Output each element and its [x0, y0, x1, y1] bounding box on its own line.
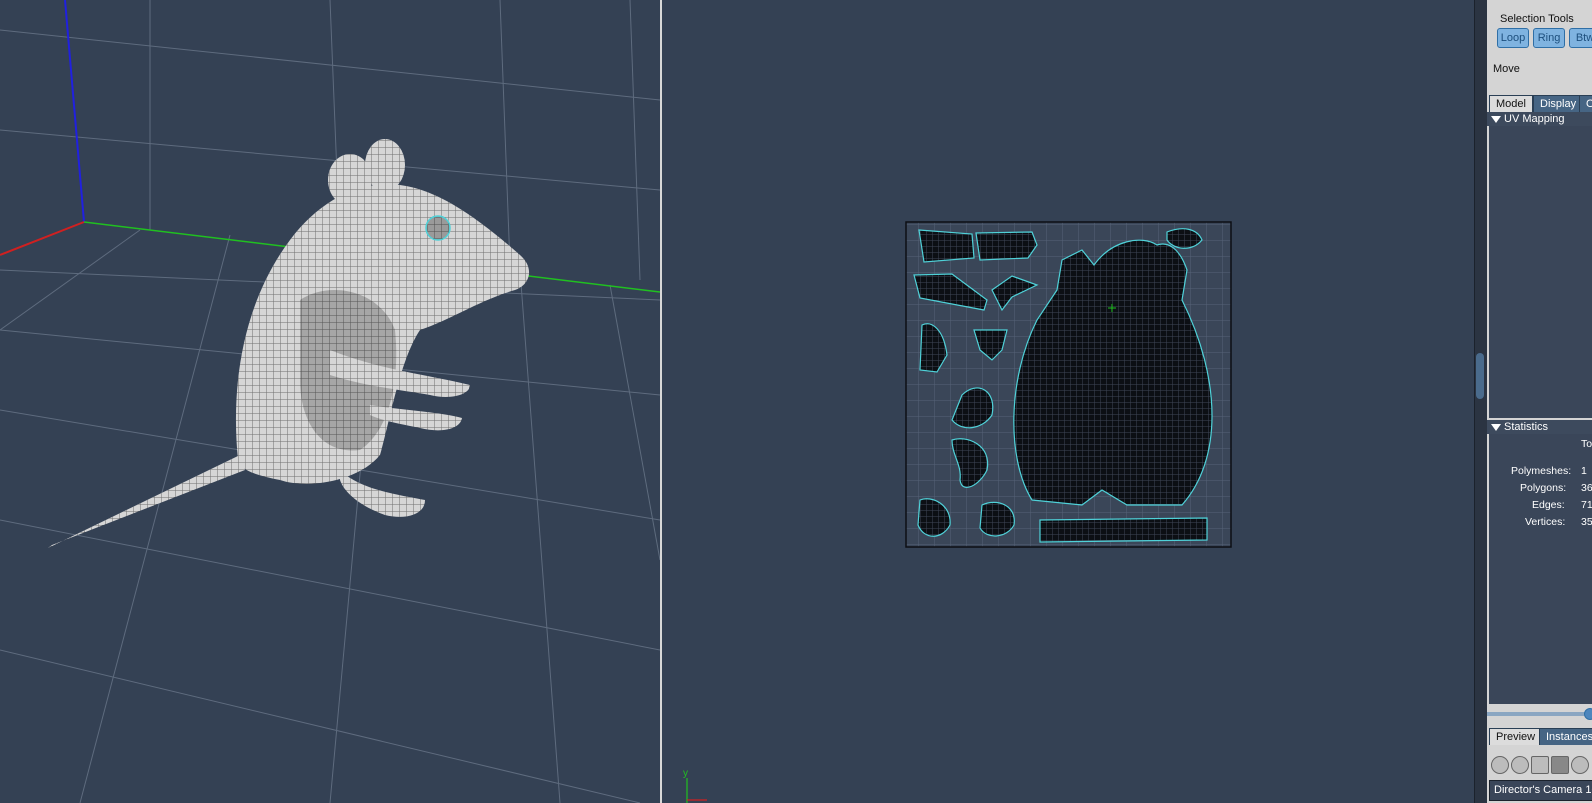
stat-value: 1: [1581, 465, 1587, 477]
tab-model[interactable]: Model: [1489, 95, 1533, 112]
z-axis: [64, 0, 85, 223]
rotate-tool-icon[interactable]: [1511, 756, 1529, 774]
stat-value: 71: [1581, 499, 1592, 511]
tab-display[interactable]: Display: [1533, 95, 1584, 112]
panel-collapse-grip[interactable]: [1476, 353, 1484, 399]
uv-viewport[interactable]: y: [662, 0, 1474, 803]
sphere-icon[interactable]: [1571, 756, 1589, 774]
stat-label: Polymeshes:: [1511, 465, 1572, 477]
collapse-triangle-icon: [1491, 115, 1501, 123]
solid-box-icon[interactable]: [1551, 756, 1569, 774]
uv-mapping-label: UV Mapping: [1504, 113, 1565, 125]
x-axis: [0, 221, 85, 256]
box-icon[interactable]: [1531, 756, 1549, 774]
uv-mapping-header[interactable]: UV Mapping: [1487, 112, 1592, 126]
loop-button[interactable]: Loop: [1497, 28, 1529, 48]
stats-column-header: Tot: [1581, 438, 1592, 450]
slider-handle[interactable]: [1584, 708, 1592, 720]
tab-options[interactable]: Op: [1579, 95, 1592, 112]
uv-mapping-body: [1489, 126, 1592, 418]
statistics-header[interactable]: Statistics: [1487, 420, 1592, 434]
move-tool-icon[interactable]: [1491, 756, 1509, 774]
statistics-label: Statistics: [1504, 421, 1549, 433]
ring-button[interactable]: Ring: [1533, 28, 1565, 48]
tab-instances[interactable]: Instances: [1539, 728, 1592, 745]
svg-text:y: y: [683, 768, 688, 779]
camera-selector[interactable]: Director's Camera 10: [1489, 780, 1592, 801]
3d-viewport[interactable]: [0, 0, 660, 803]
uv-editor: y: [683, 221, 1232, 803]
collapse-triangle-icon: [1491, 423, 1501, 431]
tab-preview[interactable]: Preview: [1489, 728, 1543, 745]
stat-value: 36: [1581, 482, 1592, 494]
panel-slider[interactable]: [1487, 712, 1592, 716]
stat-label: Polygons:: [1520, 482, 1567, 494]
stat-value: 35: [1581, 516, 1592, 528]
stat-label: Vertices:: [1525, 516, 1566, 528]
selection-tools-label: Selection Tools: [1500, 13, 1574, 25]
uv-axis-gizmo: y: [683, 768, 707, 803]
between-button[interactable]: Btw: [1569, 28, 1592, 48]
move-label: Move: [1493, 63, 1520, 75]
3d-scene: [0, 0, 660, 803]
side-panel-content: Selection Tools Loop Ring Btw Move Model…: [1487, 0, 1592, 803]
stat-label: Edges:: [1532, 499, 1565, 511]
side-panel: Selection Tools Loop Ring Btw Move Model…: [1474, 0, 1592, 803]
